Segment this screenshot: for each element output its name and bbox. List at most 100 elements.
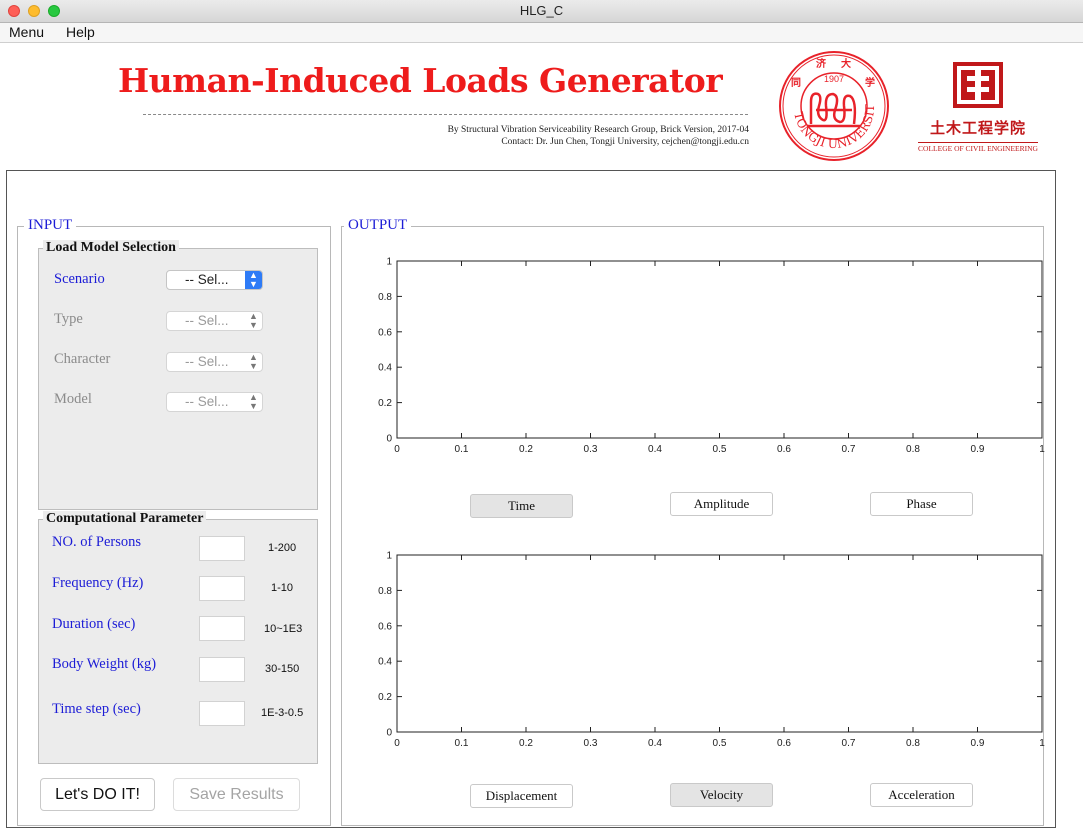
character-select[interactable]: -- Sel... ▲ ▼ (166, 352, 263, 372)
tongji-university-seal: 同 济 大 学 1907 TONGJI UNIVERSITY (773, 39, 890, 167)
window-title: HLG_C (519, 3, 564, 18)
svg-text:大: 大 (841, 57, 851, 70)
time-step-label: Time step (sec) (52, 701, 141, 717)
svg-text:济: 济 (816, 57, 827, 70)
character-label: Character (54, 351, 111, 367)
college-emblem-icon (953, 62, 1003, 108)
bottom-plot-x-tick-label: 0.4 (648, 738, 662, 749)
top-plot-x-tick-label: 0.9 (971, 444, 985, 455)
input-group: INPUT Load Model Selection Scenario -- S… (17, 217, 331, 826)
body-weight-input[interactable] (199, 657, 245, 682)
computational-parameter-title: Computational Parameter (43, 511, 207, 527)
tongji-seal-logo: 同 济 大 学 1907 TONGJI UNIVERSITY (773, 39, 889, 161)
frequency-label: Frequency (Hz) (52, 575, 144, 591)
top-plot-y-tick-label: 0.4 (378, 363, 392, 374)
bottom-plot-x-tick-label: 0.8 (906, 738, 920, 749)
persons-range: 1-200 (268, 542, 297, 554)
top-plot-x-tick-label: 0.8 (906, 444, 920, 455)
run-button[interactable]: Let's DO IT! (40, 778, 155, 811)
load-model-panel: Load Model Selection Scenario -- Sel... … (38, 240, 318, 510)
bottom-plot-x-tick-label: 0.6 (777, 738, 791, 749)
college-name-cn: 土木工程学院 (929, 119, 1026, 137)
scenario-label: Scenario (54, 271, 105, 287)
model-select[interactable]: -- Sel... ▲ ▼ (166, 392, 263, 412)
top-plot-y-tick-label: 0 (386, 434, 392, 445)
scenario-select[interactable]: -- Sel... ▲ ▼ (166, 270, 263, 290)
menu-menu[interactable]: Menu (9, 24, 44, 40)
seal-year: 1907 (824, 74, 844, 84)
model-label: Model (54, 391, 92, 407)
phase-button[interactable]: Phase (870, 492, 973, 516)
top-plot-x-tick-label: 0.7 (842, 444, 856, 455)
main-frame: INPUT Load Model Selection Scenario -- S… (6, 170, 1056, 828)
output-group: OUTPUT 0 0.2 0.4 0.6 0.8 1 0 0.1 0.2 0.3 0.4 0.5 0.6… (341, 217, 1045, 826)
type-label: Type (54, 311, 83, 327)
load-model-title: Load Model Selection (43, 240, 179, 256)
persons-label: NO. of Persons (52, 534, 142, 550)
bottom-plot-x-tick-label: 1 (1039, 738, 1045, 749)
frequency-input[interactable] (199, 576, 245, 601)
select-chevron-icon: ▲ ▼ (249, 352, 258, 371)
select-chevron-icon: ▲ ▼ (249, 392, 258, 411)
bottom-plot-axes-box (396, 554, 1043, 733)
top-plot-x-tick-label: 0.4 (648, 444, 662, 455)
title-divider (143, 114, 748, 115)
bottom-plot-y-tick-label: 0.2 (378, 692, 392, 703)
top-plot-x-tick-label: 0.1 (455, 444, 469, 455)
bottom-plot-y-tick-label: 1 (386, 551, 392, 562)
top-plot-y-tick-label: 0.2 (378, 398, 392, 409)
top-plot-x-tick-label: 0.5 (713, 444, 727, 455)
amplitude-button[interactable]: Amplitude (670, 492, 773, 516)
computational-parameter-panel: Computational Parameter NO. of Persons 1… (38, 511, 318, 764)
bottom-plot-x-tick-label: 0.3 (584, 738, 598, 749)
time-step-input[interactable] (199, 701, 245, 726)
credit-line-1: By Structural Vibration Serviceability R… (447, 125, 749, 135)
persons-input[interactable] (199, 536, 245, 561)
top-plot-x-tick-label: 0.3 (584, 444, 598, 455)
top-plot: 0 0.2 0.4 0.6 0.8 1 0 0.1 0.2 0.3 0.4 0.5 0.6 0.7 0.8 0… (378, 257, 1045, 456)
menu-help[interactable]: Help (66, 24, 95, 40)
top-plot-x-tick-label: 0 (394, 444, 400, 455)
duration-label: Duration (sec) (52, 616, 136, 632)
select-chevron-icon: ▲ ▼ (245, 271, 262, 289)
bottom-plot-x-tick-label: 0.9 (971, 738, 985, 749)
bottom-plot-y-tick-label: 0 (386, 728, 392, 739)
menu-bar: Menu Help (0, 23, 1083, 43)
college-name-en: COLLEGE OF CIVIL ENGINEERING (918, 142, 1038, 153)
svg-text:同: 同 (791, 77, 801, 89)
body-weight-label: Body Weight (kg) (52, 656, 157, 672)
time-button[interactable]: Time (470, 494, 573, 518)
select-chevron-icon: ▲ ▼ (249, 311, 258, 330)
duration-input[interactable] (199, 616, 245, 641)
time-step-range: 1E-3-0.5 (261, 707, 304, 719)
top-plot-axes-box (396, 260, 1043, 439)
app-title: Human-Induced Loads Generator (118, 61, 723, 100)
top-plot-x-tick-label: 0.2 (519, 444, 533, 455)
credit-line-2: Contact: Dr. Jun Chen, Tongji University… (501, 137, 749, 147)
type-select[interactable]: -- Sel... ▲ ▼ (166, 311, 263, 331)
top-plot-y-tick-label: 1 (386, 257, 392, 268)
svg-text:学: 学 (865, 76, 875, 89)
top-plot-y-tick-label: 0.8 (378, 292, 392, 303)
body-weight-range: 30-150 (265, 663, 300, 675)
velocity-button[interactable]: Velocity (670, 783, 773, 807)
bottom-plot-x-tick-label: 0 (394, 738, 400, 749)
save-results-button[interactable]: Save Results (173, 778, 300, 811)
bottom-plot-y-tick-label: 0.6 (378, 621, 392, 632)
frequency-range: 1-10 (271, 582, 294, 594)
college-logo: 土木工程学院 COLLEGE OF CIVIL ENGINEERING (905, 60, 1051, 156)
bottom-plot: 0 0.2 0.4 0.6 0.8 1 0 0.1 0.2 0.3 0.4 0.5 0.6 0.7 0.8 0… (378, 551, 1045, 750)
bottom-plot-x-tick-label: 0.5 (713, 738, 727, 749)
bottom-plot-x-tick-label: 0.7 (842, 738, 856, 749)
bottom-plot-y-tick-label: 0.4 (378, 657, 392, 668)
top-plot-x-tick-label: 1 (1039, 444, 1045, 455)
duration-range: 10~1E3 (264, 623, 303, 635)
displacement-button[interactable]: Displacement (470, 784, 573, 808)
top-plot-y-tick-label: 0.6 (378, 327, 392, 338)
window-titlebar: HLG_C (0, 0, 1083, 23)
top-plot-x-tick-label: 0.6 (777, 444, 791, 455)
bottom-plot-y-tick-label: 0.8 (378, 586, 392, 597)
acceleration-button[interactable]: Acceleration (870, 783, 973, 807)
bottom-plot-x-tick-label: 0.1 (455, 738, 469, 749)
output-title: OUTPUT (344, 217, 412, 234)
